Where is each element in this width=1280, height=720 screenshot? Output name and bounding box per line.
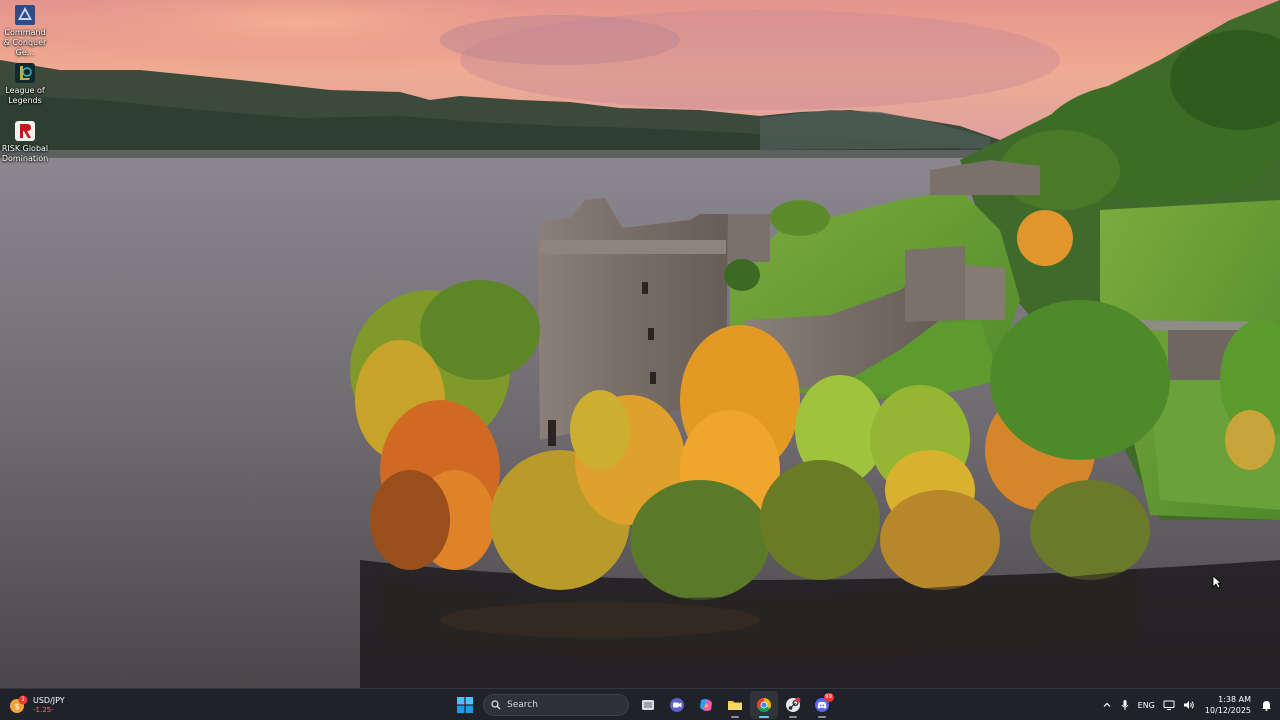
microphone-icon: [1121, 700, 1129, 710]
microphone-button[interactable]: [1116, 689, 1134, 720]
language-label: ENG: [1137, 700, 1155, 710]
desktop-wallpaper: [0, 0, 1280, 688]
running-indicator: [758, 716, 769, 718]
steam-button[interactable]: [779, 691, 807, 719]
search-icon: [491, 700, 501, 710]
desktop-icon-league-of-legends[interactable]: League of Legends: [0, 62, 50, 106]
copilot-button[interactable]: [692, 691, 720, 719]
folder-icon: [727, 701, 742, 710]
clock-time: 1:38 AM: [1218, 695, 1251, 704]
discord-button[interactable]: 99: [808, 691, 836, 719]
risk-icon: [14, 120, 36, 142]
widget-title: USD/JPY: [33, 695, 65, 705]
search-label: Search: [507, 700, 538, 710]
running-indicator: [730, 716, 739, 718]
taskbar-apps: Search 99: [450, 689, 836, 720]
volume-icon: [1183, 701, 1194, 709]
desktop-icon-risk[interactable]: RISK Global Domination: [0, 120, 50, 164]
desktop-icon-label: Command & Conquer Ge...: [3, 28, 47, 57]
steam-icon: [785, 697, 800, 712]
chat-button[interactable]: [663, 691, 691, 719]
clock[interactable]: 1:38 AM 10/12/2025: [1199, 694, 1257, 716]
currency-widget[interactable]: $ 1 USD/JPY -1.25-: [8, 692, 78, 718]
desktop-icon-label: League of Legends: [5, 86, 45, 105]
league-of-legends-icon: [14, 62, 36, 84]
widget-badge: 1: [21, 696, 25, 703]
network-button[interactable]: [1159, 689, 1179, 720]
running-indicator: [817, 716, 826, 718]
chrome-button[interactable]: [749, 691, 778, 719]
mouse-cursor-icon: [1212, 574, 1223, 593]
desktop-icon-label: RISK Global Domination: [1, 144, 49, 163]
task-view-icon: [641, 700, 654, 710]
command-conquer-icon: [14, 4, 36, 26]
file-explorer-button[interactable]: [721, 691, 749, 719]
chrome-icon: [756, 698, 771, 712]
language-indicator[interactable]: ENG: [1134, 689, 1159, 720]
windows-start-icon: [456, 697, 473, 713]
widget-change: -1.25-: [33, 705, 54, 714]
chat-camera-icon: [669, 698, 684, 712]
network-icon: [1163, 700, 1175, 710]
notifications-button[interactable]: [1257, 689, 1280, 720]
system-tray: ENG 1:38 AM 10/12/2025: [1098, 689, 1280, 720]
start-button[interactable]: [451, 691, 479, 719]
show-hidden-icons-button[interactable]: [1098, 689, 1116, 720]
taskbar: $ 1 USD/JPY -1.25- Search 99 ENG 1:38 AM…: [0, 688, 1280, 720]
currency-widget-icon: $ 1: [8, 695, 28, 715]
taskbar-search[interactable]: Search: [483, 694, 629, 716]
chevron-up-icon: [1103, 702, 1111, 707]
bell-icon: [1262, 701, 1271, 711]
copilot-icon: [699, 699, 712, 711]
volume-button[interactable]: [1179, 689, 1199, 720]
discord-badge: 99: [823, 693, 834, 702]
desktop-icon-command-conquer[interactable]: Command & Conquer Ge...: [0, 4, 50, 58]
running-indicator: [788, 716, 797, 718]
clock-date: 10/12/2025: [1204, 706, 1251, 715]
task-view-button[interactable]: [634, 691, 662, 719]
